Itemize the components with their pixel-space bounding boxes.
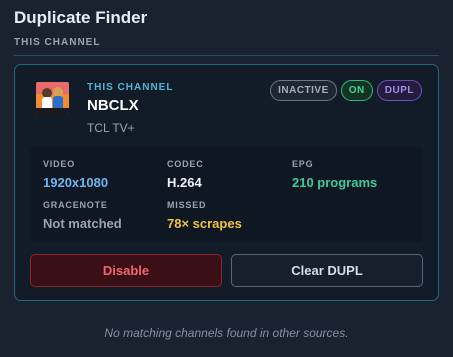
section-divider xyxy=(14,55,439,56)
status-badges: INACTIVE ON DUPL xyxy=(270,80,422,101)
channel-name: NBCLX xyxy=(87,97,139,114)
stat-codec-value: H.264 xyxy=(167,175,202,190)
empty-state-message: No matching channels found in other sour… xyxy=(104,326,349,340)
channel-label: THIS CHANNEL xyxy=(87,82,174,93)
on-badge[interactable]: ON xyxy=(340,80,373,101)
channel-source: TCL TV+ xyxy=(87,121,135,135)
stat-codec: CODEC H.264 xyxy=(167,159,204,190)
stat-missed-value: 78× scrapes xyxy=(167,216,242,231)
clear-dupl-button[interactable]: Clear DUPL xyxy=(231,254,423,287)
stat-epg-value: 210 programs xyxy=(292,175,378,190)
stat-gracenote: GRACENOTE Not matched xyxy=(43,200,122,231)
stat-epg-label: EPG xyxy=(292,159,314,169)
stat-video-label: VIDEO xyxy=(43,159,76,169)
stat-video-value: 1920x1080 xyxy=(43,175,109,190)
stats-grid: VIDEO 1920x1080 CODEC H.264 EPG 210 prog… xyxy=(30,147,423,242)
inactive-badge[interactable]: INACTIVE xyxy=(270,80,337,101)
nbclx-logo-icon xyxy=(36,82,69,115)
stat-gracenote-value: Not matched xyxy=(43,216,122,231)
dupl-badge[interactable]: DUPL xyxy=(376,80,422,101)
panel-title: Duplicate Finder xyxy=(14,8,148,27)
section-label: THIS CHANNEL xyxy=(14,37,101,48)
stat-gracenote-label: GRACENOTE xyxy=(43,200,108,210)
stat-epg: EPG 210 programs xyxy=(292,159,377,190)
stat-codec-label: CODEC xyxy=(167,159,204,169)
channel-card: THIS CHANNEL NBCLX TCL TV+ INACTIVE ON D… xyxy=(14,64,439,301)
stat-missed: MISSED 78× scrapes xyxy=(167,200,242,231)
disable-button[interactable]: Disable xyxy=(30,254,222,287)
stat-video: VIDEO 1920x1080 xyxy=(43,159,108,190)
stat-missed-label: MISSED xyxy=(167,200,207,210)
